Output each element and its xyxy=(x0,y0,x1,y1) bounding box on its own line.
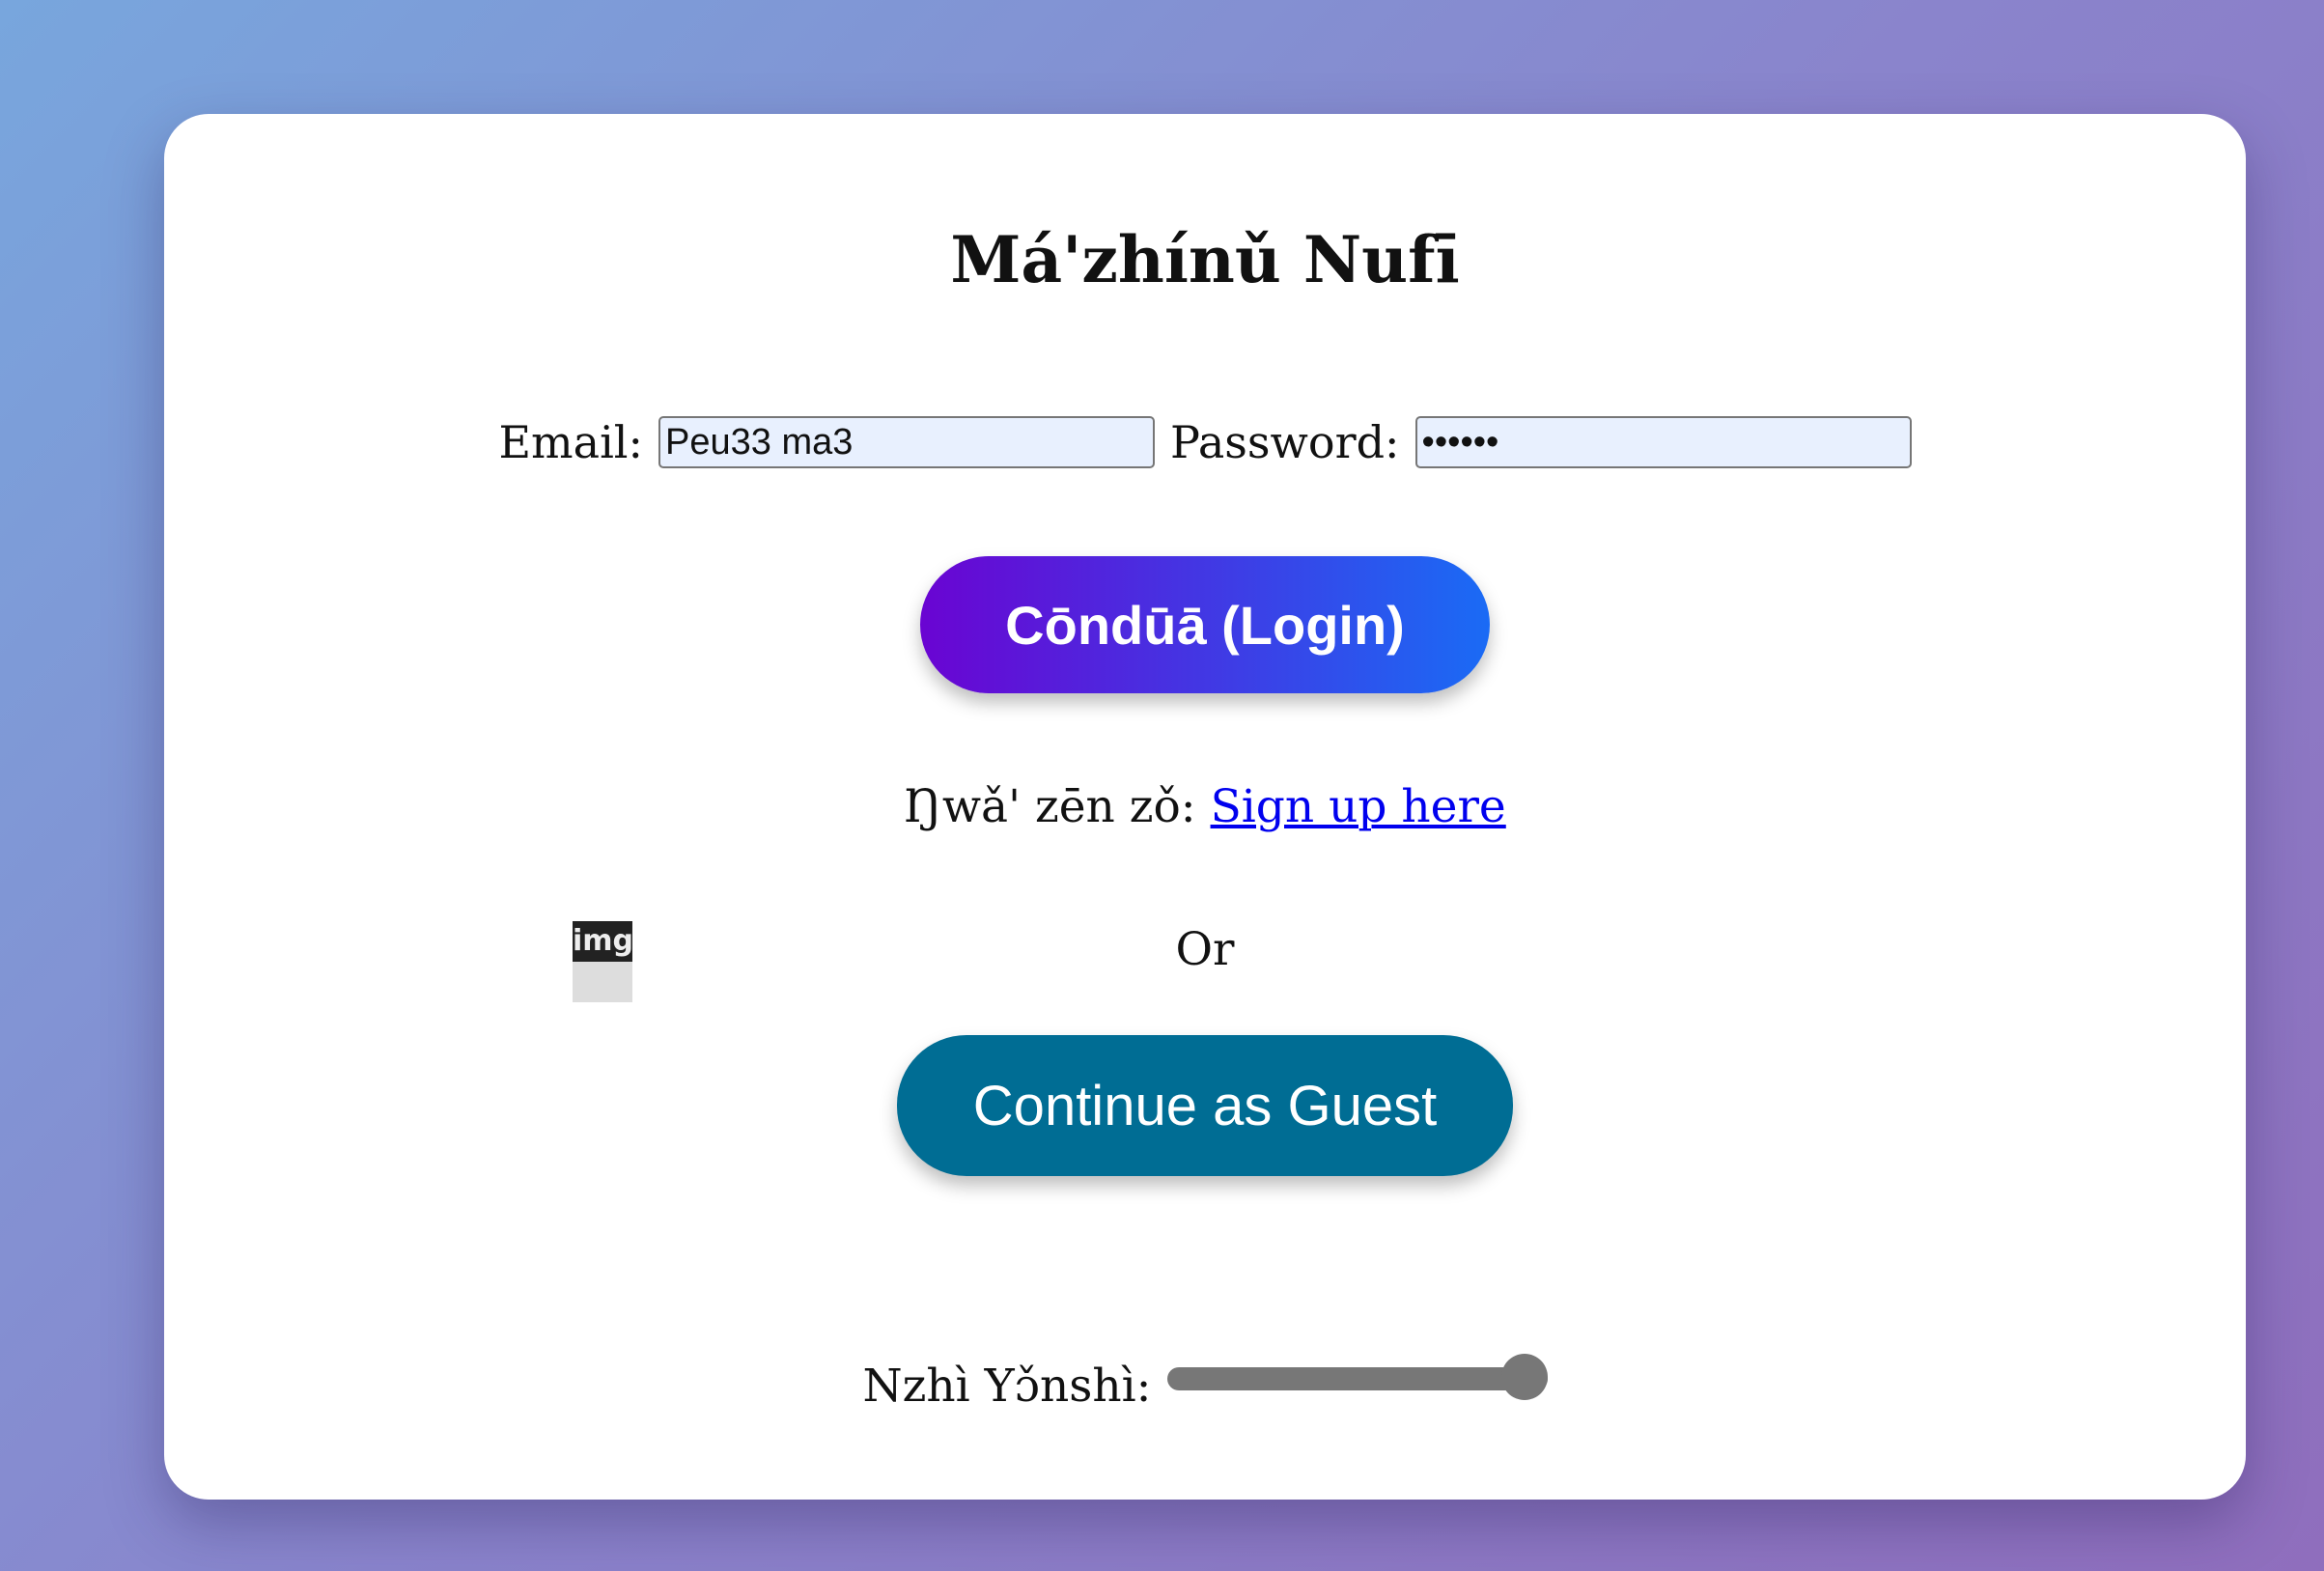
login-button[interactable]: Cōndūā (Login) xyxy=(920,556,1490,693)
volume-slider-track[interactable] xyxy=(1166,1367,1548,1390)
signup-prompt-text: Ŋwǎ' zēn zǒ: xyxy=(904,780,1211,833)
or-divider: Or xyxy=(1175,923,1235,976)
login-card: Má'zhínǔ Nufī Email: Password: Cōndūā (L… xyxy=(164,114,2246,1500)
guest-button[interactable]: Continue as Guest xyxy=(897,1035,1513,1176)
volume-control: Nzhì Yɔ̌nshì: xyxy=(164,1333,2246,1419)
volume-slider-thumb[interactable] xyxy=(1500,1354,1548,1400)
login-form: Email: Password: xyxy=(164,413,2246,471)
signup-prompt: Ŋwǎ' zēn zǒ: Sign up here xyxy=(164,780,2246,833)
signup-link[interactable]: Sign up here xyxy=(1211,780,1506,833)
volume-label: Nzhì Yɔ̌nshì: xyxy=(862,1359,1152,1413)
password-label: Password: xyxy=(1170,416,1400,468)
email-label: Email: xyxy=(498,416,643,468)
page-title: Má'zhínǔ Nufī xyxy=(950,222,1460,297)
email-field[interactable] xyxy=(658,416,1155,468)
password-field[interactable] xyxy=(1414,416,1912,468)
volume-slider[interactable] xyxy=(1166,1352,1548,1400)
